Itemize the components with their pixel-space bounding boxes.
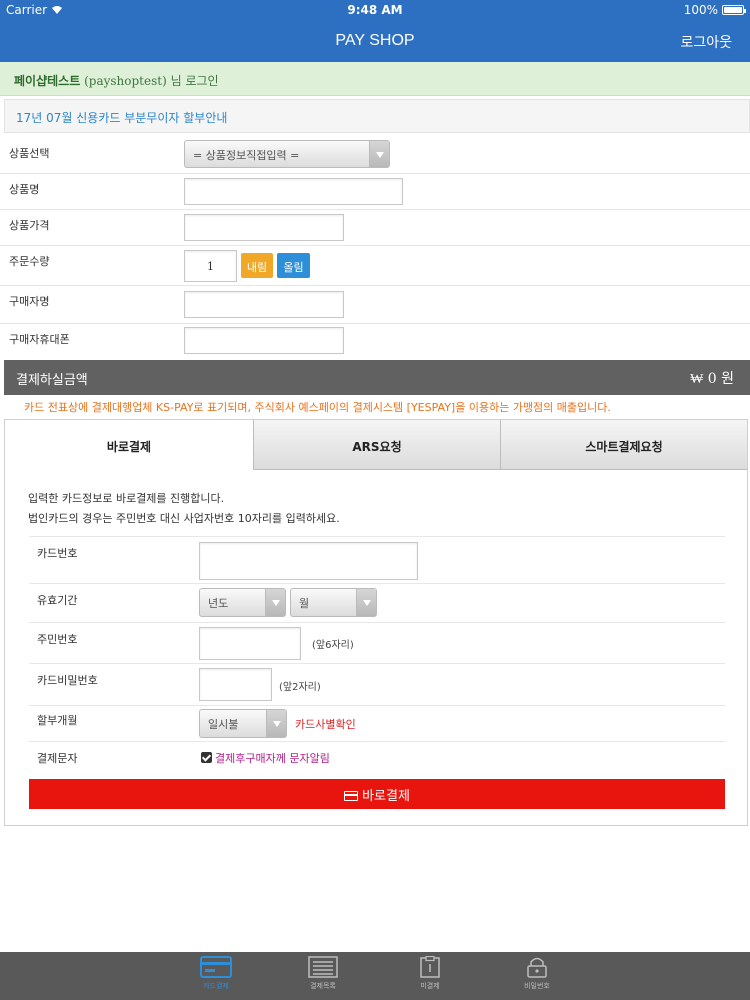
clipboard-icon xyxy=(420,956,440,978)
amount-label: 결제하실금액 xyxy=(16,373,88,388)
card-password-row: 카드비밀번호 (앞2자리) xyxy=(29,664,725,706)
payment-description-1: 입력한 카드정보로 바로결제를 진행합니다. xyxy=(28,492,225,505)
product-select-value: = 상품정보직접입력 = xyxy=(193,149,300,162)
expiry-label: 유효기간 xyxy=(37,594,78,607)
tabbar-password[interactable]: 비밀번호 xyxy=(507,956,567,991)
sms-row: 결제문자 결제후구매자께 문자알림 xyxy=(29,742,725,772)
quantity-input[interactable]: 1 xyxy=(184,250,237,282)
card-number-row: 카드번호 xyxy=(29,536,725,584)
tab-direct-pay[interactable]: 바로결제 xyxy=(5,420,253,470)
tabbar-unpaid-label: 미결제 xyxy=(420,982,440,990)
tabbar-card-payment[interactable]: 카드결제 xyxy=(186,956,246,991)
quantity-label: 주문수량 xyxy=(9,255,50,268)
user-id: (payshoptest) xyxy=(84,74,167,88)
payment-description-2: 법인카드의 경우는 주민번호 대신 사업자번호 10자리를 입력하세요. xyxy=(28,512,340,525)
product-name-input[interactable] xyxy=(184,178,403,205)
product-price-input[interactable] xyxy=(184,214,344,241)
lock-icon xyxy=(527,957,547,978)
card-number-input[interactable] xyxy=(199,542,418,580)
buyer-phone-row: 구매자휴대폰 xyxy=(0,324,750,360)
buyer-name-label: 구매자명 xyxy=(9,295,50,308)
payment-info-notice: 카드 전표상에 결제대행업체 KS-PAY로 표기되며, 주식회사 예스페이의 … xyxy=(24,401,611,414)
sms-label: 결제문자 xyxy=(37,752,78,765)
payment-panel: 바로결제 ARS요청 스마트결제요청 입력한 카드정보로 바로결제를 진행합니다… xyxy=(4,419,748,826)
quantity-up-button[interactable]: 올림 xyxy=(277,253,310,278)
installment-label: 할부개월 xyxy=(37,714,78,727)
clock: 9:48 AM xyxy=(347,3,403,17)
ssn-label: 주민번호 xyxy=(37,633,78,646)
product-select-label: 상품선택 xyxy=(9,147,50,160)
amount-bar: 결제하실금액 ₩ 0 원 xyxy=(4,360,750,395)
pay-now-button[interactable]: 바로결제 xyxy=(29,779,725,809)
chevron-down-icon xyxy=(356,589,376,616)
expiry-year-select[interactable]: 년도 xyxy=(199,588,286,617)
installment-row: 할부개월 일시불 카드사별확인 xyxy=(29,706,725,742)
product-price-label: 상품가격 xyxy=(9,219,50,232)
buyer-phone-label: 구매자휴대폰 xyxy=(9,333,70,346)
notice-link[interactable]: 17년 07월 신용카드 부분무이자 할부안내 xyxy=(4,99,750,133)
buyer-name-input[interactable] xyxy=(184,291,344,318)
expiry-month-value: 월 xyxy=(299,597,310,610)
quantity-row: 주문수량 1 내림 올림 xyxy=(0,246,750,286)
chevron-down-icon xyxy=(266,710,286,737)
sms-checkbox[interactable] xyxy=(201,752,212,763)
product-select-row: 상품선택 = 상품정보직접입력 = xyxy=(0,136,750,174)
tabbar-card-payment-label: 카드결제 xyxy=(203,982,229,990)
logout-button[interactable]: 로그아웃 xyxy=(680,32,732,52)
ssn-hint: (앞6자리) xyxy=(312,640,354,651)
card-check-link[interactable]: 카드사별확인 xyxy=(295,716,356,732)
battery-area: 100% xyxy=(683,3,746,17)
ssn-input[interactable] xyxy=(199,627,301,660)
tab-ars-request[interactable]: ARS요청 xyxy=(253,420,500,470)
chevron-down-icon xyxy=(369,141,389,167)
tabbar-password-label: 비밀번호 xyxy=(524,982,550,990)
status-bar: Carrier 9:48 AM 100% xyxy=(0,0,750,20)
tabbar-payment-list[interactable]: 결제목록 xyxy=(293,956,353,991)
list-icon xyxy=(308,956,338,978)
expiry-month-select[interactable]: 월 xyxy=(290,588,377,617)
battery-icon xyxy=(722,5,746,15)
tab-smart-pay-request[interactable]: 스마트결제요청 xyxy=(500,420,747,470)
tabbar-payment-list-label: 결제목록 xyxy=(310,982,336,990)
installment-value: 일시불 xyxy=(208,718,239,731)
product-select-dropdown[interactable]: = 상품정보직접입력 = xyxy=(184,140,390,168)
amount-value: ₩ 0 원 xyxy=(690,371,734,387)
top-nav-bar: PAY SHOP 로그아웃 xyxy=(0,20,750,62)
product-name-label: 상품명 xyxy=(9,183,40,196)
card-password-hint: (앞2자리) xyxy=(279,682,321,693)
login-status-bar: 페이샵테스트 (payshoptest) 님 로그인 xyxy=(0,62,750,96)
tabbar-unpaid[interactable]: 미결제 xyxy=(400,956,460,991)
battery-percent: 100% xyxy=(683,3,718,17)
ssn-row: 주민번호 (앞6자리) xyxy=(29,623,725,664)
page-title: PAY SHOP xyxy=(335,32,415,49)
user-name: 페이샵테스트 xyxy=(14,74,81,88)
card-password-input[interactable] xyxy=(199,668,272,701)
card-password-label: 카드비밀번호 xyxy=(37,674,98,687)
installment-select[interactable]: 일시불 xyxy=(199,709,287,738)
expiry-row: 유효기간 년도 월 xyxy=(29,584,725,623)
product-name-row: 상품명 xyxy=(0,174,750,210)
expiry-year-value: 년도 xyxy=(208,597,229,610)
sms-checkbox-label: 결제후구매자께 문자알림 xyxy=(215,752,330,765)
buyer-name-row: 구매자명 xyxy=(0,286,750,324)
bottom-tab-bar: 카드결제 결제목록 미결제 비밀번호 xyxy=(0,952,750,1000)
login-suffix: 님 로그인 xyxy=(170,74,219,88)
quantity-down-button[interactable]: 내림 xyxy=(241,253,273,278)
buyer-phone-input[interactable] xyxy=(184,327,344,354)
card-number-label: 카드번호 xyxy=(37,547,78,560)
credit-card-icon xyxy=(344,791,359,801)
payment-tabs: 바로결제 ARS요청 스마트결제요청 xyxy=(5,420,747,470)
card-payment-icon xyxy=(200,956,232,978)
pay-now-label: 바로결제 xyxy=(362,789,410,804)
product-price-row: 상품가격 xyxy=(0,210,750,246)
chevron-down-icon xyxy=(265,589,285,616)
